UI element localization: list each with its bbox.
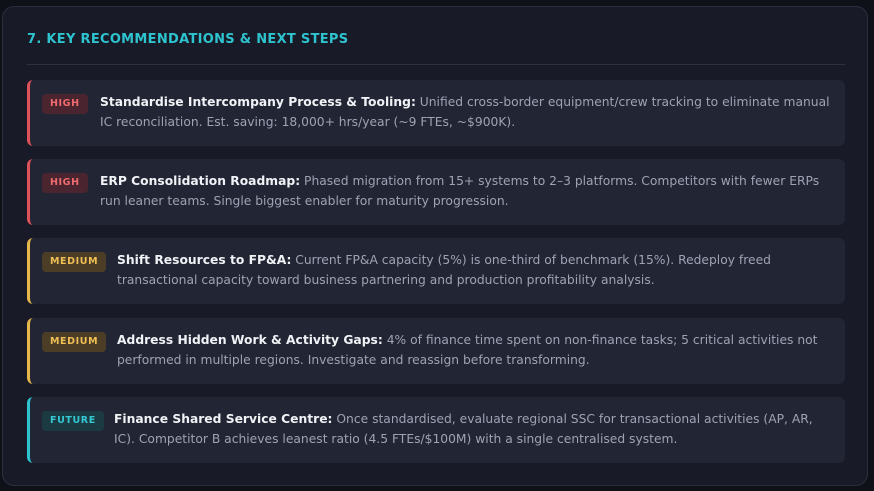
recommendation-title: Finance Shared Service Centre: bbox=[114, 412, 333, 426]
recommendation-text: Address Hidden Work & Activity Gaps: 4% … bbox=[117, 330, 831, 370]
recommendation-title: ERP Consolidation Roadmap: bbox=[100, 174, 301, 188]
priority-badge-medium: MEDIUM bbox=[42, 332, 107, 352]
recommendation-text: Shift Resources to FP&A: Current FP&A ca… bbox=[117, 250, 831, 290]
priority-badge-high: HIGH bbox=[42, 173, 88, 193]
section-divider bbox=[27, 64, 845, 65]
recommendation-card-intercompany: HIGH Standardise Intercompany Process & … bbox=[27, 80, 845, 146]
recommendation-title: Standardise Intercompany Process & Tooli… bbox=[100, 95, 416, 109]
recommendation-card-erp: HIGH ERP Consolidation Roadmap: Phased m… bbox=[27, 159, 845, 225]
priority-badge-medium: MEDIUM bbox=[42, 252, 107, 272]
recommendation-card-hidden-work: MEDIUM Address Hidden Work & Activity Ga… bbox=[27, 318, 845, 384]
recommendation-title: Address Hidden Work & Activity Gaps: bbox=[117, 333, 383, 347]
recommendation-card-ssc: FUTURE Finance Shared Service Centre: On… bbox=[27, 397, 845, 463]
recommendation-text: Finance Shared Service Centre: Once stan… bbox=[114, 409, 831, 449]
recommendation-card-fpa: MEDIUM Shift Resources to FP&A: Current … bbox=[27, 238, 845, 304]
recommendation-text: ERP Consolidation Roadmap: Phased migrat… bbox=[100, 171, 831, 211]
recommendations-panel: 7. KEY RECOMMENDATIONS & NEXT STEPS HIGH… bbox=[2, 6, 868, 486]
recommendation-text: Standardise Intercompany Process & Tooli… bbox=[100, 92, 831, 132]
recommendation-title: Shift Resources to FP&A: bbox=[117, 253, 292, 267]
priority-badge-high: HIGH bbox=[42, 94, 88, 114]
section-title: 7. KEY RECOMMENDATIONS & NEXT STEPS bbox=[27, 32, 349, 47]
priority-badge-future: FUTURE bbox=[42, 411, 104, 431]
